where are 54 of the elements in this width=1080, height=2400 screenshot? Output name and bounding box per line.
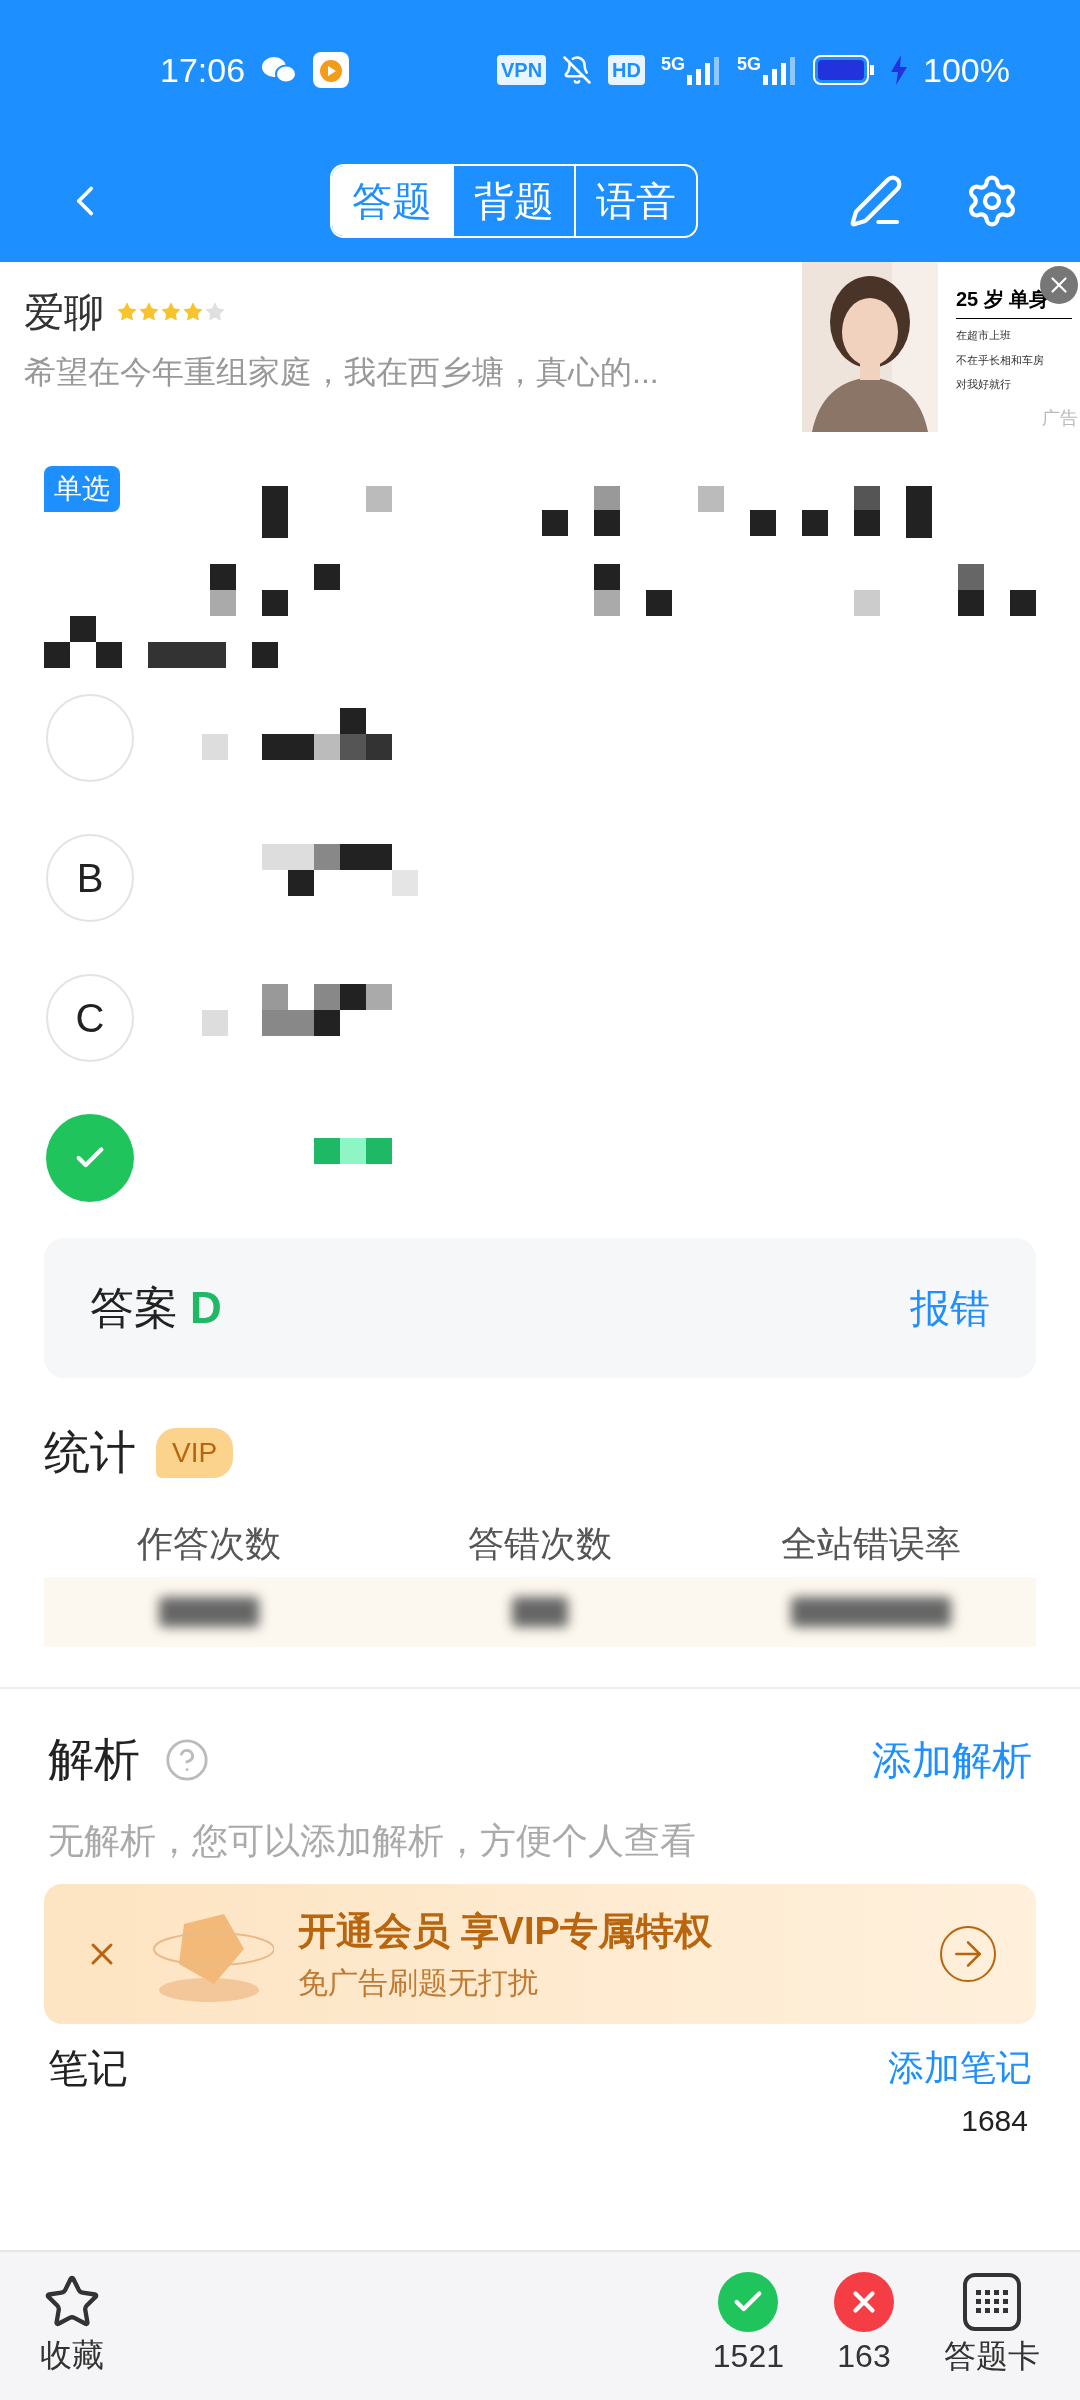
- section-title: 笔记: [48, 2045, 128, 2092]
- add-note-link[interactable]: 添加笔记: [888, 2041, 1032, 2095]
- answer-label: 答案: [90, 1282, 178, 1334]
- blurred-value: [512, 1597, 568, 1627]
- vpn-indicator: VPN: [497, 55, 547, 85]
- ad-tagline: 对我好就行: [956, 377, 1012, 392]
- rating-star: [138, 301, 160, 323]
- hd-indicator: HD: [608, 55, 645, 85]
- help-icon[interactable]: [164, 1736, 210, 1783]
- promo-subtitle: 免广告刷题无打扰: [298, 1965, 539, 2001]
- signal-icon: [763, 55, 798, 85]
- ad-label: 广告: [1042, 407, 1078, 430]
- promo-title: 开通会员 享VIP专属特权: [298, 1909, 713, 1954]
- vip-badge: VIP: [156, 1427, 234, 1478]
- network-label: 5G: [737, 55, 762, 73]
- analysis-placeholder-text: 无解析，您可以添加解析，方便个人查看: [47, 1819, 697, 1863]
- add-analysis-link[interactable]: 添加解析: [872, 1729, 1032, 1790]
- network-label: 5G: [661, 55, 685, 73]
- favorite-button[interactable]: 收藏: [40, 2273, 104, 2379]
- mute-icon: [562, 55, 593, 85]
- option-letter[interactable]: B: [46, 834, 134, 922]
- grid-icon: [962, 2272, 1022, 2332]
- battery-icon: [813, 55, 876, 85]
- question-type-badge: 单选: [44, 466, 120, 512]
- ad-tagline: 不在乎长相和车房: [956, 352, 1045, 368]
- rating-star: [116, 301, 138, 323]
- answer-value: D: [190, 1282, 222, 1334]
- rating-star: [182, 301, 204, 323]
- section-title: 解析: [48, 1732, 140, 1787]
- stat-label: 全站错误率: [779, 1522, 962, 1566]
- mode-tab[interactable]: 语音: [574, 166, 696, 236]
- signal-icon: [687, 55, 721, 85]
- correct-count-button[interactable]: 1521: [712, 2272, 784, 2380]
- total-count: 1684: [961, 2103, 1028, 2139]
- report-error-link[interactable]: 报错: [910, 1278, 990, 1338]
- option-letter[interactable]: C: [46, 974, 134, 1062]
- ad-tagline: 在超市上班: [956, 328, 1012, 343]
- ad-description: 希望在今年重组家庭，我在西乡塘，真心的...: [24, 353, 660, 392]
- pen-icon[interactable]: [848, 173, 904, 229]
- answer-card-button[interactable]: 答题卡: [944, 2272, 1040, 2380]
- stat-label: 作答次数: [136, 1522, 283, 1566]
- chat-app-icon: [261, 55, 298, 85]
- mode-tab[interactable]: 背题: [452, 166, 574, 236]
- rating-star: [204, 301, 226, 323]
- stat-label: 答错次数: [467, 1522, 613, 1566]
- vip-promo-banner[interactable]: 开通会员 享VIP专属特权 免广告刷题无打扰: [44, 1884, 1036, 2024]
- app-icon: [313, 52, 350, 88]
- charging-icon: [891, 55, 908, 85]
- status-time: 17:06: [160, 49, 246, 91]
- mode-tab[interactable]: 答题: [332, 166, 452, 236]
- section-title: 统计: [44, 1425, 136, 1480]
- ad-app-name: 爱聊: [24, 289, 104, 336]
- rating-star: [160, 301, 182, 323]
- battery-percentage: 100%: [923, 49, 1010, 91]
